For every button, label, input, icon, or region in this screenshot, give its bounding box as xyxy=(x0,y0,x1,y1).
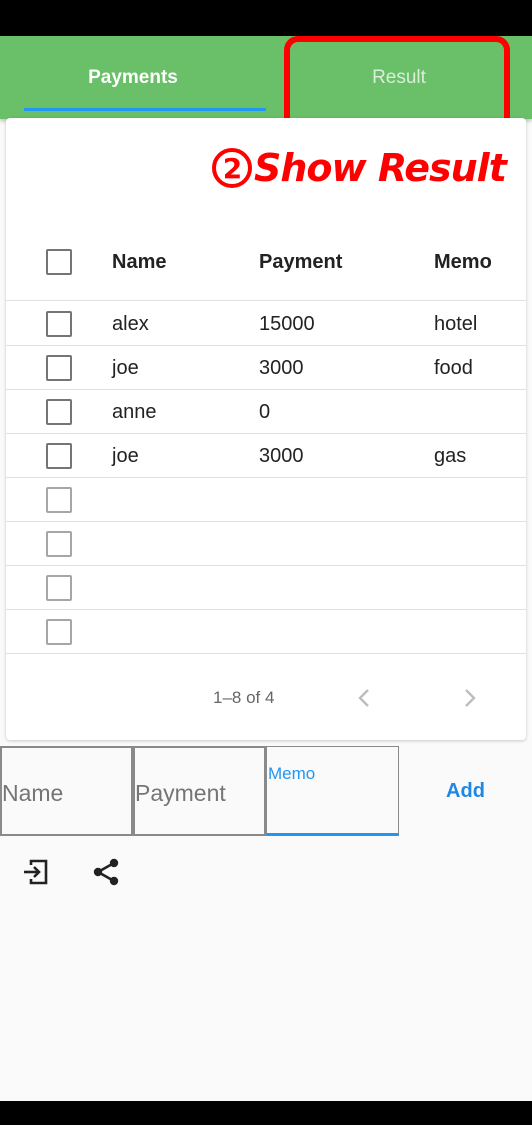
status-bar xyxy=(0,0,532,36)
annotation-step-number: 2 xyxy=(212,148,252,188)
system-nav-bar xyxy=(0,1101,532,1125)
cell-name: alex xyxy=(112,313,149,335)
header-memo[interactable]: Memo xyxy=(434,224,492,301)
cell-memo: hotel xyxy=(434,313,478,335)
table-row[interactable] xyxy=(6,522,526,566)
table-row[interactable] xyxy=(6,566,526,610)
prev-page-icon[interactable] xyxy=(346,680,382,716)
memo-input[interactable]: Memo xyxy=(266,746,399,836)
tab-payments[interactable]: Payments xyxy=(0,36,266,119)
header-name[interactable]: Name xyxy=(112,224,166,301)
cell-name: anne xyxy=(112,401,157,423)
table-row[interactable] xyxy=(6,610,526,654)
table-row[interactable]: joe 3000 food xyxy=(6,346,526,390)
row-checkbox[interactable] xyxy=(46,619,72,645)
cell-payment: 3000 xyxy=(259,357,304,379)
pagination: 1–8 of 4 xyxy=(6,658,526,738)
add-button[interactable]: Add xyxy=(399,746,532,836)
name-input[interactable]: Name xyxy=(0,746,133,836)
payment-placeholder: Payment xyxy=(135,780,226,806)
cell-payment: 15000 xyxy=(259,313,315,335)
row-checkbox[interactable] xyxy=(46,575,72,601)
table-row[interactable]: anne 0 xyxy=(6,390,526,434)
row-checkbox[interactable] xyxy=(46,443,72,469)
cell-payment: 3000 xyxy=(259,445,304,467)
annotation-text: Show Result xyxy=(254,146,507,190)
share-icon[interactable] xyxy=(86,852,126,892)
row-checkbox[interactable] xyxy=(46,355,72,381)
row-checkbox[interactable] xyxy=(46,399,72,425)
row-checkbox[interactable] xyxy=(46,487,72,513)
table-row[interactable]: joe 3000 gas xyxy=(6,434,526,478)
pagination-range: 1–8 of 4 xyxy=(213,688,275,707)
add-payment-form: Name Payment Memo Add xyxy=(0,746,532,836)
header-payment[interactable]: Payment xyxy=(259,224,342,301)
show-result-annotation: 2 Show Result xyxy=(212,146,507,190)
import-icon[interactable] xyxy=(15,852,55,892)
cell-payment: 0 xyxy=(259,401,271,423)
payments-table-card: 2 Show Result Name Payment Memo alex 150… xyxy=(6,118,526,740)
tab-indicator xyxy=(24,108,266,111)
memo-label: Memo xyxy=(268,764,316,783)
cell-name: joe xyxy=(112,445,139,467)
table-row[interactable]: alex 15000 hotel xyxy=(6,302,526,346)
payment-input[interactable]: Payment xyxy=(133,746,266,836)
table-header: Name Payment Memo xyxy=(6,224,526,301)
row-checkbox[interactable] xyxy=(46,531,72,557)
cell-name: joe xyxy=(112,357,139,379)
table-row[interactable] xyxy=(6,478,526,522)
next-page-icon[interactable] xyxy=(452,680,488,716)
name-placeholder: Name xyxy=(2,780,64,806)
cell-memo: food xyxy=(434,357,473,379)
select-all-checkbox[interactable] xyxy=(46,249,72,275)
row-checkbox[interactable] xyxy=(46,311,72,337)
cell-memo: gas xyxy=(434,445,467,467)
